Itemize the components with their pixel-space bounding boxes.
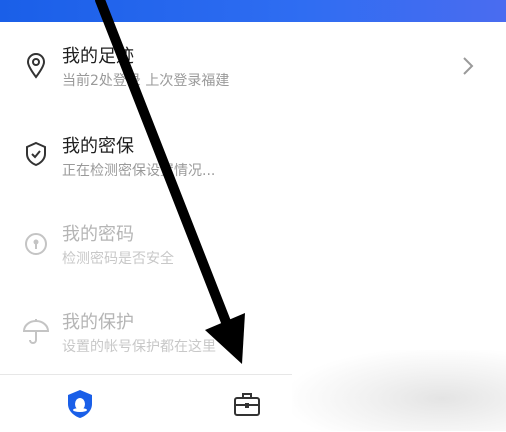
list-item-title: 我的密码 (62, 224, 134, 245)
bottom-tab-bar (0, 374, 292, 432)
list-item-password[interactable]: 我的密码 检测密码是否安全 (0, 194, 506, 280)
list-item-title: 我的足迹 (62, 46, 134, 67)
list-item-security-question[interactable]: 我的密保 正在检测密保设置情况... (0, 108, 506, 194)
list-item-title: 我的保护 (62, 312, 134, 333)
toolbox-icon[interactable] (232, 389, 262, 419)
list-item-subtitle: 当前2处登录 上次登录福建 (62, 73, 230, 89)
chevron-right-icon (462, 56, 474, 80)
location-pin-icon (22, 52, 50, 80)
blurred-background-area (292, 350, 506, 431)
list-item-footprint[interactable]: 我的足迹 当前2处登录 上次登录福建 (0, 22, 506, 108)
header-banner (0, 0, 506, 22)
list-item-subtitle: 正在检测密保设置情况... (62, 163, 216, 179)
list-item-title: 我的密保 (62, 136, 134, 157)
password-lock-icon (22, 230, 50, 258)
list-item-subtitle: 设置的帐号保护都在这里 (62, 339, 216, 355)
qq-security-shield-icon[interactable] (65, 389, 95, 419)
shield-check-icon (22, 140, 50, 168)
umbrella-icon (22, 318, 50, 346)
list-item-subtitle: 检测密码是否安全 (62, 251, 174, 267)
